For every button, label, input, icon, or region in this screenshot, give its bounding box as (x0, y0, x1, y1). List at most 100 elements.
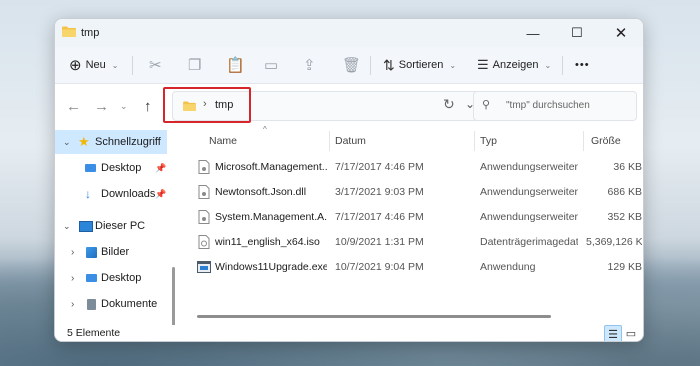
copy-button[interactable]: ❐ (188, 47, 201, 83)
file-row[interactable]: System.Management.A... 7/17/2017 4:46 PM… (183, 205, 643, 230)
column-header-type[interactable]: Typ (480, 129, 497, 153)
divider (370, 56, 371, 75)
minimize-button[interactable]: — (511, 19, 555, 47)
sidebar-item-desktop[interactable]: Desktop 📌 (55, 156, 167, 180)
file-name: System.Management.A... (215, 211, 327, 223)
window-title: tmp (81, 27, 100, 39)
disc-image-file-icon (198, 235, 210, 249)
navigation-pane: ⌄ ★ Schnellzugriff Desktop 📌 ↓ Downloads… (55, 129, 175, 333)
pin-icon: 📌 (155, 188, 167, 199)
refresh-icon: ↻ (443, 96, 455, 112)
sidebar-scrollbar[interactable] (172, 267, 175, 333)
up-button[interactable]: ↑ (144, 84, 152, 128)
sidebar-item-desktop-pc[interactable]: › Desktop (55, 266, 167, 290)
title-bar: tmp — ☐ ✕ (55, 19, 643, 47)
column-header-size[interactable]: Größe (591, 129, 621, 153)
file-date: 3/17/2021 9:03 PM (335, 186, 424, 198)
refresh-button[interactable]: ↻ (443, 96, 455, 113)
share-button[interactable]: ⇪ (303, 47, 316, 83)
delete-button[interactable]: 🗑 (342, 47, 361, 83)
copy-icon: ❐ (188, 57, 202, 74)
more-options-button[interactable]: ••• (575, 47, 590, 83)
sidebar-item-documents[interactable]: › Dokumente (55, 292, 167, 316)
tiles-view-icon: ▭ (625, 327, 637, 340)
column-header-date[interactable]: Datum (335, 129, 366, 153)
arrow-left-icon: ← (66, 97, 81, 115)
chevron-right-icon: › (71, 246, 75, 258)
sidebar-item-label: Schnellzugriff (95, 136, 161, 148)
sort-icon: ⇅ (383, 56, 395, 73)
sidebar-item-this-pc[interactable]: ⌄ Dieser PC (55, 214, 167, 238)
chevron-down-icon: ⌄ (544, 60, 552, 70)
file-name: win11_english_x64.iso (215, 236, 320, 248)
sort-button-label: Sortieren (398, 59, 444, 71)
close-button[interactable]: ✕ (599, 19, 643, 47)
divider (132, 56, 133, 75)
forward-button[interactable]: → (94, 84, 109, 128)
file-row[interactable]: Windows11Upgrade.exe 10/7/2021 9:04 PM A… (183, 255, 643, 280)
rename-icon: ▭ (264, 57, 279, 74)
search-placeholder: "tmp" durchsuchen (506, 100, 590, 111)
sidebar-item-label: Dieser PC (95, 220, 146, 232)
sidebar-item-label: Dokumente (101, 298, 158, 310)
back-button[interactable]: ← (66, 84, 81, 128)
sidebar-item-label: Downloads (101, 188, 156, 200)
divider (562, 56, 563, 75)
pictures-icon (86, 246, 97, 258)
file-row[interactable]: Newtonsoft.Json.dll 3/17/2021 9:03 PM An… (183, 180, 643, 205)
pin-icon: 📌 (155, 162, 167, 173)
file-row[interactable]: Microsoft.Management.... 7/17/2017 4:46 … (183, 155, 643, 180)
desktop-icon (86, 274, 97, 282)
file-name: Microsoft.Management.... (215, 161, 327, 173)
navigation-bar: ← → ⌄ ↑ › tmp ⌄ ↻ ⚲ "tmp" durchsuchen (55, 84, 643, 128)
arrow-right-icon: → (94, 97, 109, 115)
column-header-name[interactable]: Name (209, 129, 237, 153)
sort-button[interactable]: ⇅ Sortieren ⌄ (383, 47, 456, 83)
chevron-down-icon: ⌄ (449, 60, 457, 70)
sidebar-item-downloads[interactable]: ↓ Downloads 📌 (55, 182, 167, 206)
paste-button[interactable]: 📋 (226, 47, 245, 83)
sort-ascending-icon: ^ (263, 125, 267, 134)
chevron-down-icon: ⌄ (120, 100, 128, 111)
tiles-view-button[interactable]: ▭ (623, 325, 639, 341)
horizontal-scrollbar[interactable] (197, 315, 551, 318)
cut-button[interactable]: ✂ (149, 47, 162, 83)
chevron-right-icon: › (71, 272, 75, 284)
details-view-button[interactable]: ☰ (604, 325, 622, 341)
search-box[interactable]: ⚲ "tmp" durchsuchen (473, 91, 637, 121)
file-name: Newtonsoft.Json.dll (215, 186, 307, 198)
column-divider (329, 131, 330, 151)
file-type: Anwendungserweiter... (480, 186, 578, 198)
dll-file-icon (198, 210, 210, 224)
chevron-down-icon: ⌄ (111, 60, 119, 70)
file-date: 10/7/2021 9:04 PM (335, 261, 424, 273)
plus-circle-icon: ⊕ (69, 57, 82, 74)
download-icon: ↓ (85, 187, 91, 201)
folder-icon (62, 26, 76, 37)
sidebar-item-label: Bilder (101, 246, 130, 258)
dll-file-icon (198, 160, 210, 174)
pc-icon (79, 220, 93, 232)
view-button[interactable]: ☰ Anzeigen ⌄ (477, 47, 551, 83)
exe-file-icon (197, 261, 211, 273)
recent-locations-button[interactable]: ⌄ (120, 84, 128, 128)
search-icon: ⚲ (482, 99, 491, 111)
sidebar-item-label: Desktop (101, 272, 142, 284)
file-date: 7/17/2017 4:46 PM (335, 211, 424, 223)
new-button[interactable]: ⊕ Neu ⌄ (69, 47, 118, 83)
file-date: 10/9/2021 1:31 PM (335, 236, 424, 248)
view-button-label: Anzeigen (492, 59, 539, 71)
sidebar-item-pictures[interactable]: › Bilder (55, 240, 167, 264)
command-bar: ⊕ Neu ⌄ ✂ ❐ 📋 ▭ ⇪ 🗑 ⇅ Sortieren ⌄ ☰ Anze… (55, 47, 643, 84)
trash-icon: 🗑 (342, 57, 362, 74)
file-list: ^ Name Datum Typ Größe Microsoft.Managem… (183, 125, 643, 325)
column-divider (583, 131, 584, 151)
file-row[interactable]: win11_english_x64.iso 10/9/2021 1:31 PM … (183, 230, 643, 255)
documents-icon (87, 298, 96, 310)
chevron-down-icon: ⌄ (63, 220, 71, 231)
rename-button[interactable]: ▭ (264, 47, 278, 83)
maximize-button[interactable]: ☐ (555, 19, 599, 47)
explorer-window: tmp — ☐ ✕ ⊕ Neu ⌄ ✂ ❐ 📋 ▭ ⇪ 🗑 ⇅ Sortiere… (54, 18, 644, 342)
sidebar-item-quick-access[interactable]: ⌄ ★ Schnellzugriff (55, 130, 167, 154)
share-icon: ⇪ (303, 57, 316, 74)
